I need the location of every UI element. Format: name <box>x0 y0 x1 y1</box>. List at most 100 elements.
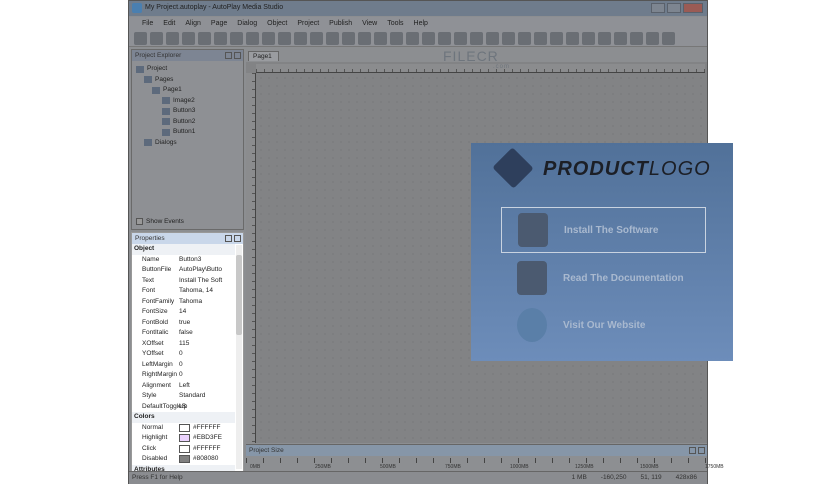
read-documentation-button[interactable]: Read The Documentation <box>501 255 706 301</box>
color-value[interactable]: #EBD3FE <box>179 433 235 444</box>
pin-icon[interactable] <box>225 52 232 59</box>
menu-publish[interactable]: Publish <box>329 20 352 31</box>
menu-edit[interactable]: Edit <box>163 20 175 31</box>
install-software-button[interactable]: Install The Software <box>501 207 706 253</box>
color-row[interactable]: Normal #FFFFFF <box>132 423 235 434</box>
property-row[interactable]: FontSize 14 <box>132 307 235 318</box>
close-button[interactable] <box>683 3 703 13</box>
property-value[interactable]: Up <box>179 402 235 413</box>
toolbar-button-icon[interactable] <box>246 32 259 45</box>
toolbar-button-icon[interactable] <box>438 32 451 45</box>
toolbar-button-icon[interactable] <box>150 32 163 45</box>
property-row[interactable]: Name Button3 <box>132 255 235 266</box>
property-row[interactable]: Font Tahoma, 14 <box>132 286 235 297</box>
toolbar-button-icon[interactable] <box>470 32 483 45</box>
color-value[interactable]: #808080 <box>179 454 235 465</box>
show-events-checkbox[interactable]: Show Events <box>136 218 184 225</box>
tree-item-page1[interactable]: Page1 <box>136 85 239 96</box>
toolbar-button-icon[interactable] <box>230 32 243 45</box>
property-row[interactable]: Style Standard <box>132 391 235 402</box>
property-value[interactable]: Install The Soft <box>179 276 235 287</box>
toolbar-button-icon[interactable] <box>534 32 547 45</box>
property-value[interactable]: Left <box>179 381 235 392</box>
toolbar-button-icon[interactable] <box>374 32 387 45</box>
toolbar-button-icon[interactable] <box>166 32 179 45</box>
toolbar-button-icon[interactable] <box>518 32 531 45</box>
maximize-button[interactable] <box>667 3 681 13</box>
menu-file[interactable]: File <box>142 20 153 31</box>
category-header[interactable]: Colors <box>132 412 235 423</box>
property-row[interactable]: DefaultToggleS Up <box>132 402 235 413</box>
property-row[interactable]: YOffset 0 <box>132 349 235 360</box>
tree-item-project[interactable]: Project <box>136 64 239 75</box>
color-row[interactable]: Disabled #808080 <box>132 454 235 465</box>
toolbar-button-icon[interactable] <box>326 32 339 45</box>
pin-icon[interactable] <box>225 235 232 242</box>
category-header[interactable]: Object <box>132 244 235 255</box>
tab-page1[interactable]: Page1 <box>248 51 279 61</box>
tree-item-button1[interactable]: Button1 <box>136 127 239 138</box>
toolbar-button-icon[interactable] <box>214 32 227 45</box>
color-value[interactable]: #FFFFFF <box>179 444 235 455</box>
toolbar-button-icon[interactable] <box>278 32 291 45</box>
property-value[interactable]: Standard <box>179 391 235 402</box>
property-row[interactable]: XOffset 115 <box>132 339 235 350</box>
close-icon[interactable] <box>698 447 705 454</box>
toolbar-button-icon[interactable] <box>182 32 195 45</box>
color-value[interactable]: #FFFFFF <box>179 423 235 434</box>
menu-dialog[interactable]: Dialog <box>237 20 257 31</box>
tree-item-button2[interactable]: Button2 <box>136 117 239 128</box>
property-value[interactable]: 0 <box>179 360 235 371</box>
menu-help[interactable]: Help <box>414 20 428 31</box>
property-row[interactable]: RightMargin 0 <box>132 370 235 381</box>
properties-scrollbar[interactable] <box>236 245 242 469</box>
visit-website-button[interactable]: Visit Our Website <box>501 302 706 348</box>
toolbar-button-icon[interactable] <box>566 32 579 45</box>
toolbar-button-icon[interactable] <box>582 32 595 45</box>
menu-page[interactable]: Page <box>211 20 227 31</box>
toolbar-button-icon[interactable] <box>358 32 371 45</box>
tree-item-image2[interactable]: Image2 <box>136 96 239 107</box>
toolbar-button-icon[interactable] <box>502 32 515 45</box>
minimize-button[interactable] <box>651 3 665 13</box>
menu-project[interactable]: Project <box>297 20 319 31</box>
toolbar-button-icon[interactable] <box>614 32 627 45</box>
property-value[interactable]: false <box>179 328 235 339</box>
toolbar-button-icon[interactable] <box>646 32 659 45</box>
toolbar-button-icon[interactable] <box>662 32 675 45</box>
menu-align[interactable]: Align <box>185 20 201 31</box>
property-row[interactable]: Text Install The Soft <box>132 276 235 287</box>
color-row[interactable]: Highlight #EBD3FE <box>132 433 235 444</box>
toolbar-button-icon[interactable] <box>550 32 563 45</box>
toolbar-button-icon[interactable] <box>310 32 323 45</box>
toolbar-button-icon[interactable] <box>454 32 467 45</box>
toolbar-button-icon[interactable] <box>390 32 403 45</box>
tree-item-pages[interactable]: Pages <box>136 75 239 86</box>
toolbar-button-icon[interactable] <box>342 32 355 45</box>
toolbar-button-icon[interactable] <box>598 32 611 45</box>
tree-item-button3[interactable]: Button3 <box>136 106 239 117</box>
menu-object[interactable]: Object <box>267 20 287 31</box>
toolbar-button-icon[interactable] <box>486 32 499 45</box>
property-row[interactable]: Alignment Left <box>132 381 235 392</box>
close-icon[interactable] <box>234 235 241 242</box>
property-value[interactable]: 0 <box>179 370 235 381</box>
property-value[interactable]: Tahoma, 14 <box>179 286 235 297</box>
toolbar-button-icon[interactable] <box>198 32 211 45</box>
toolbar-button-icon[interactable] <box>630 32 643 45</box>
property-row[interactable]: LeftMargin 0 <box>132 360 235 371</box>
close-icon[interactable] <box>234 52 241 59</box>
toolbar-button-icon[interactable] <box>134 32 147 45</box>
property-value[interactable]: 0 <box>179 349 235 360</box>
property-value[interactable]: 14 <box>179 307 235 318</box>
color-row[interactable]: Click #FFFFFF <box>132 444 235 455</box>
menu-tools[interactable]: Tools <box>387 20 403 31</box>
property-row[interactable]: ButtonFile AutoPlay\Butto <box>132 265 235 276</box>
toolbar-button-icon[interactable] <box>422 32 435 45</box>
pin-icon[interactable] <box>689 447 696 454</box>
property-value[interactable]: Tahoma <box>179 297 235 308</box>
property-value[interactable]: AutoPlay\Butto <box>179 265 235 276</box>
toolbar-button-icon[interactable] <box>262 32 275 45</box>
tree-item-dialogs[interactable]: Dialogs <box>136 138 239 149</box>
property-value[interactable]: 115 <box>179 339 235 350</box>
